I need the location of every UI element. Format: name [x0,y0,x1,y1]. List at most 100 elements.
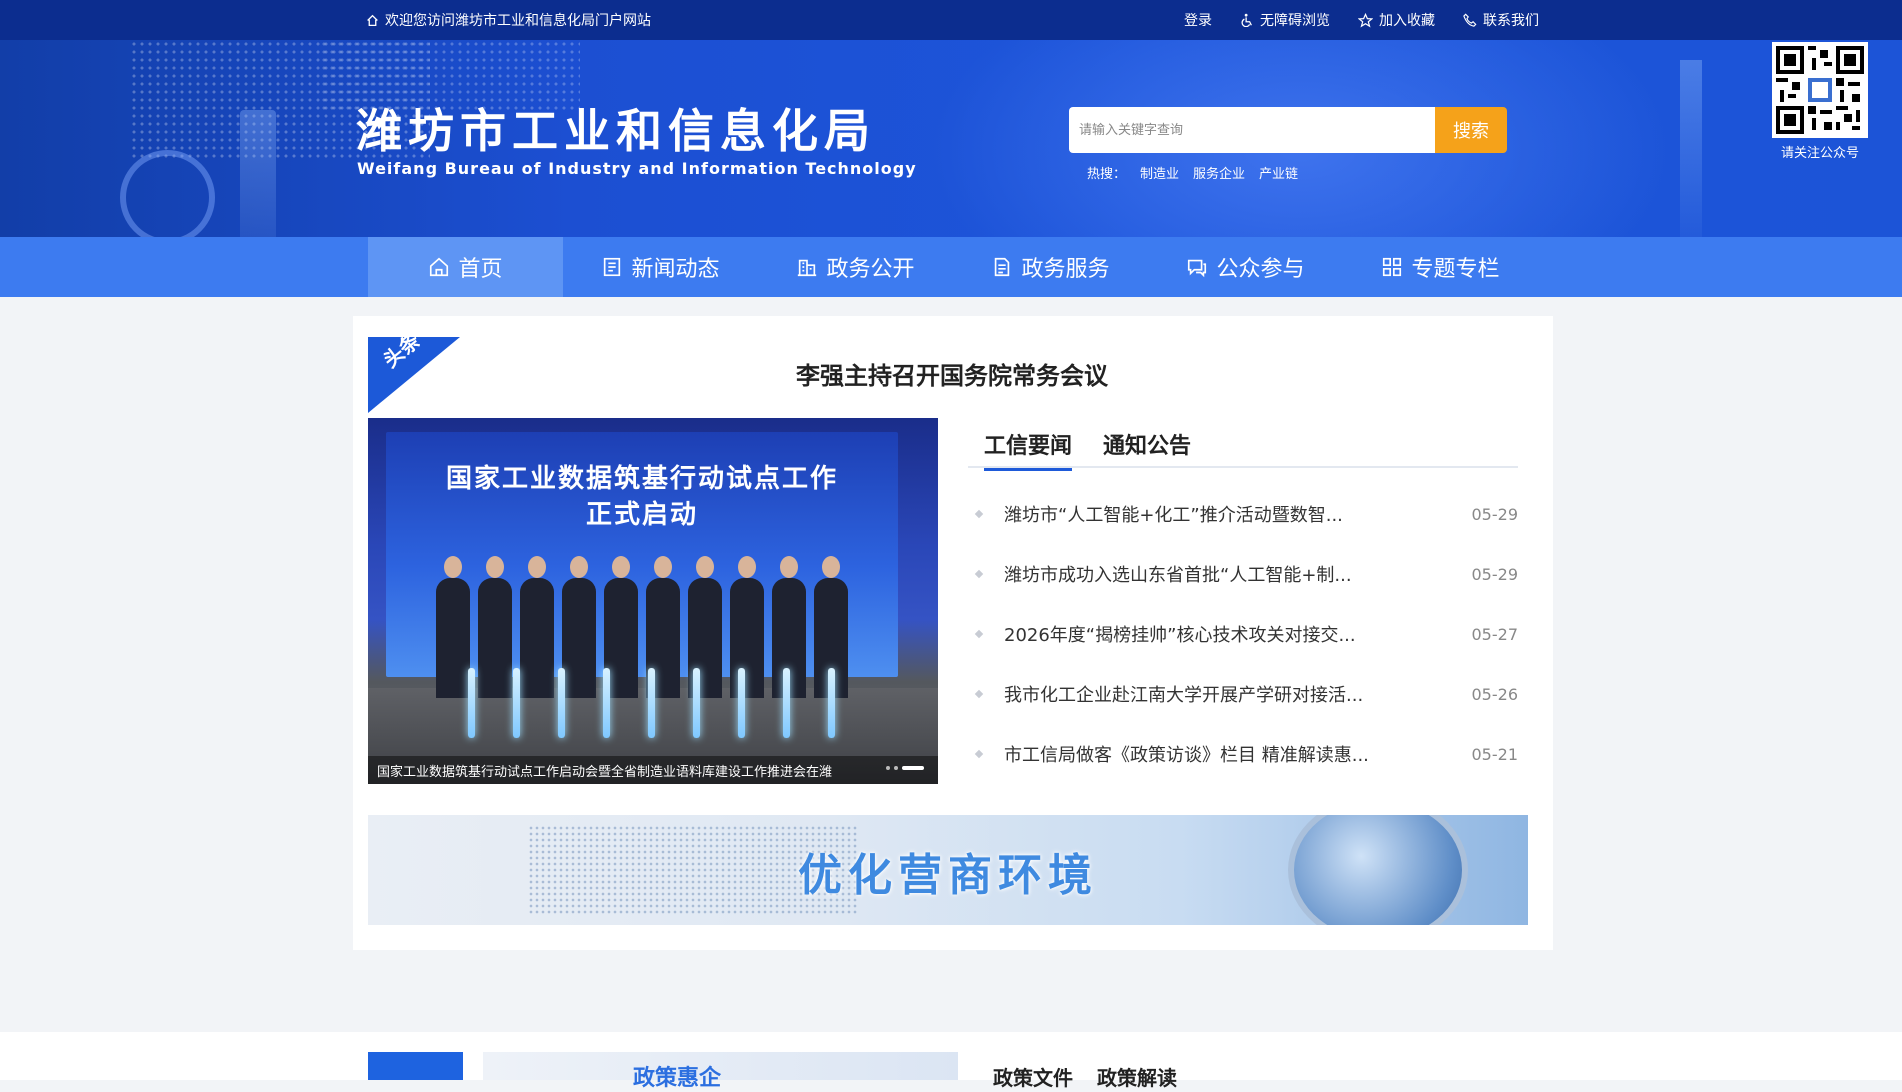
hot-word[interactable]: 服务企业 [1193,163,1245,182]
policy-section: 政策惠企 政策文件 政策解读 [0,1032,1902,1091]
list-item[interactable]: 2026年度“揭榜挂帅”核心技术攻关对接交... 05-27 [968,604,1518,664]
carousel-light-pillar [828,668,835,738]
accessible-label: 无障碍浏览 [1260,13,1330,29]
bullet-icon [974,509,984,519]
business-environment-text: 优化营商环境 [798,850,1098,901]
carousel-person [562,556,596,698]
headline-title[interactable]: 李强主持召开国务院常务会议 [700,356,1204,391]
list-item[interactable]: 我市化工企业赴江南大学开展产学研对接活... 05-26 [968,664,1518,724]
headline-ribbon: 头条 [368,337,460,413]
nav-item-government-affairs[interactable]: 政务公开 [758,237,953,297]
carousel-dot[interactable] [886,766,890,770]
news-date: 05-21 [1471,744,1519,764]
policy-tabs: 政策文件 政策解读 [993,1062,1177,1091]
carousel-light-pillar [738,668,745,738]
nav-item-public-participation[interactable]: 公众参与 [1148,237,1343,297]
add-favorite-link[interactable]: 加入收藏 [1358,10,1435,30]
carousel-dot-active[interactable] [902,766,924,770]
tab-policy-interpretation[interactable]: 政策解读 [1097,1062,1177,1091]
news-date: 05-27 [1471,624,1519,644]
qr-caption: 请关注公众号 [1780,146,1859,161]
nav-item-government-services[interactable]: 政务服务 [953,237,1148,297]
site-title[interactable]: 潍坊市工业和信息化局 [356,95,876,161]
grid-icon [1383,257,1402,277]
news-title: 我市化工企业赴江南大学开展产学研对接活... [1004,685,1364,706]
site-title-english: Weifang Bureau of Industry and Informati… [357,159,917,178]
list-item[interactable]: 市工信局做客《政策访谈》栏目 精准解读惠... 05-21 [968,724,1518,784]
accessible-browse-link[interactable]: 无障碍浏览 [1240,10,1330,30]
nav-item-news[interactable]: 新闻动态 [563,237,758,297]
news-carousel[interactable]: 国家工业数据筑基行动试点工作 正式启动 国家工业数据筑基行动试点工作启动会暨全省… [368,418,938,784]
qr-code-icon [1776,46,1864,134]
news-title: 市工信局做客《政策访谈》栏目 精准解读惠... [1004,745,1369,766]
phone-icon [1463,13,1477,27]
nav-item-label: 政务公开 [826,257,915,282]
nav-item-label: 新闻动态 [631,257,720,282]
bullet-icon [974,749,984,759]
bullet-icon [974,569,984,579]
search-button[interactable]: 搜索 [1435,107,1507,153]
carousel-board-line1: 国家工业数据筑基行动试点工作 [445,464,838,494]
home-icon [430,257,449,277]
nav-item-label: 首页 [458,257,503,282]
tab-policy-documents[interactable]: 政策文件 [993,1062,1073,1091]
news-title: 潍坊市“人工智能+化工”推介活动暨数智... [1004,505,1343,526]
hot-search: 热搜： 制造业 服务企业 产业链 [1087,163,1298,182]
accessibility-icon [1241,13,1252,27]
news-title: 潍坊市成功入选山东省首批“人工智能+制... [1004,565,1352,586]
carousel-light-pillar [783,668,790,738]
search-input[interactable] [1069,107,1435,153]
policy-banner-text: 政策惠企 [633,1066,722,1091]
home-icon [367,14,378,26]
nav-item-home[interactable]: 首页 [368,237,563,297]
tab-industry-news[interactable]: 工信要闻 [984,428,1073,471]
carousel-dot[interactable] [894,766,898,770]
nav-items: 首页 新闻动态 政务公开 政务服务 公众参与 专题专栏 [368,237,1538,297]
banner-ring-decoration [120,150,215,237]
contact-us-link[interactable]: 联系我们 [1463,10,1539,30]
nav-item-special-topics[interactable]: 专题专栏 [1343,237,1538,297]
main-nav: 首页 新闻动态 政务公开 政务服务 公众参与 专题专栏 [0,237,1902,297]
welcome-message: 欢迎您访问潍坊市工业和信息化局门户网站 [366,0,651,40]
carousel-indicators [886,766,924,770]
news-date: 05-29 [1471,564,1519,584]
news-date: 05-26 [1471,684,1519,704]
banner-building-decoration [240,110,276,237]
carousel-light-pillar [648,668,655,738]
login-label: 登录 [1184,13,1212,29]
login-link[interactable]: 登录 [1184,10,1212,30]
news-tabs: 工信要闻 通知公告 [968,418,1518,471]
tab-notices[interactable]: 通知公告 [1103,428,1191,460]
chat-icon [1188,259,1207,278]
list-item[interactable]: 潍坊市“人工智能+化工”推介活动暨数智... 05-29 [968,484,1518,544]
nav-item-label: 公众参与 [1216,257,1305,282]
carousel-caption[interactable]: 国家工业数据筑基行动试点工作启动会暨全省制造业语料库建设工作推进会在潍 [368,756,938,784]
carousel-light-pillar [513,668,520,738]
carousel-person [520,556,554,698]
news-title: 2026年度“揭榜挂帅”核心技术攻关对接交... [1004,625,1356,646]
welcome-text: 欢迎您访问潍坊市工业和信息化局门户网站 [385,13,651,29]
carousel-person [478,556,512,698]
wechat-qr-code [1772,42,1868,138]
bullet-icon [974,689,984,699]
hot-word[interactable]: 产业链 [1259,163,1298,182]
policy-banner[interactable]: 政策惠企 [483,1052,958,1091]
news-icon [604,257,621,277]
news-list: 潍坊市“人工智能+化工”推介活动暨数智... 05-29 潍坊市成功入选山东省首… [968,484,1518,784]
top-bar: 欢迎您访问潍坊市工业和信息化局门户网站 登录 无障碍浏览 加入收藏 联系我们 [0,0,1902,40]
hot-search-label: 热搜： [1087,167,1127,182]
banner-tower-decoration [1680,60,1702,237]
hot-word[interactable]: 制造业 [1140,163,1179,182]
header-banner [0,40,1902,237]
list-item[interactable]: 潍坊市成功入选山东省首批“人工智能+制... 05-29 [968,544,1518,604]
nav-item-label: 政务服务 [1021,257,1110,282]
building-icon [798,259,817,277]
nav-item-label: 专题专栏 [1411,257,1500,282]
carousel-light-pillar [468,668,475,738]
bullet-icon [974,629,984,639]
carousel-light-pillar [558,668,565,738]
carousel-person [436,556,470,698]
top-links: 登录 无障碍浏览 加入收藏 联系我们 [1184,0,1539,40]
carousel-light-pillar [693,668,700,738]
business-environment-banner[interactable]: 优化营商环境 [368,815,1528,925]
